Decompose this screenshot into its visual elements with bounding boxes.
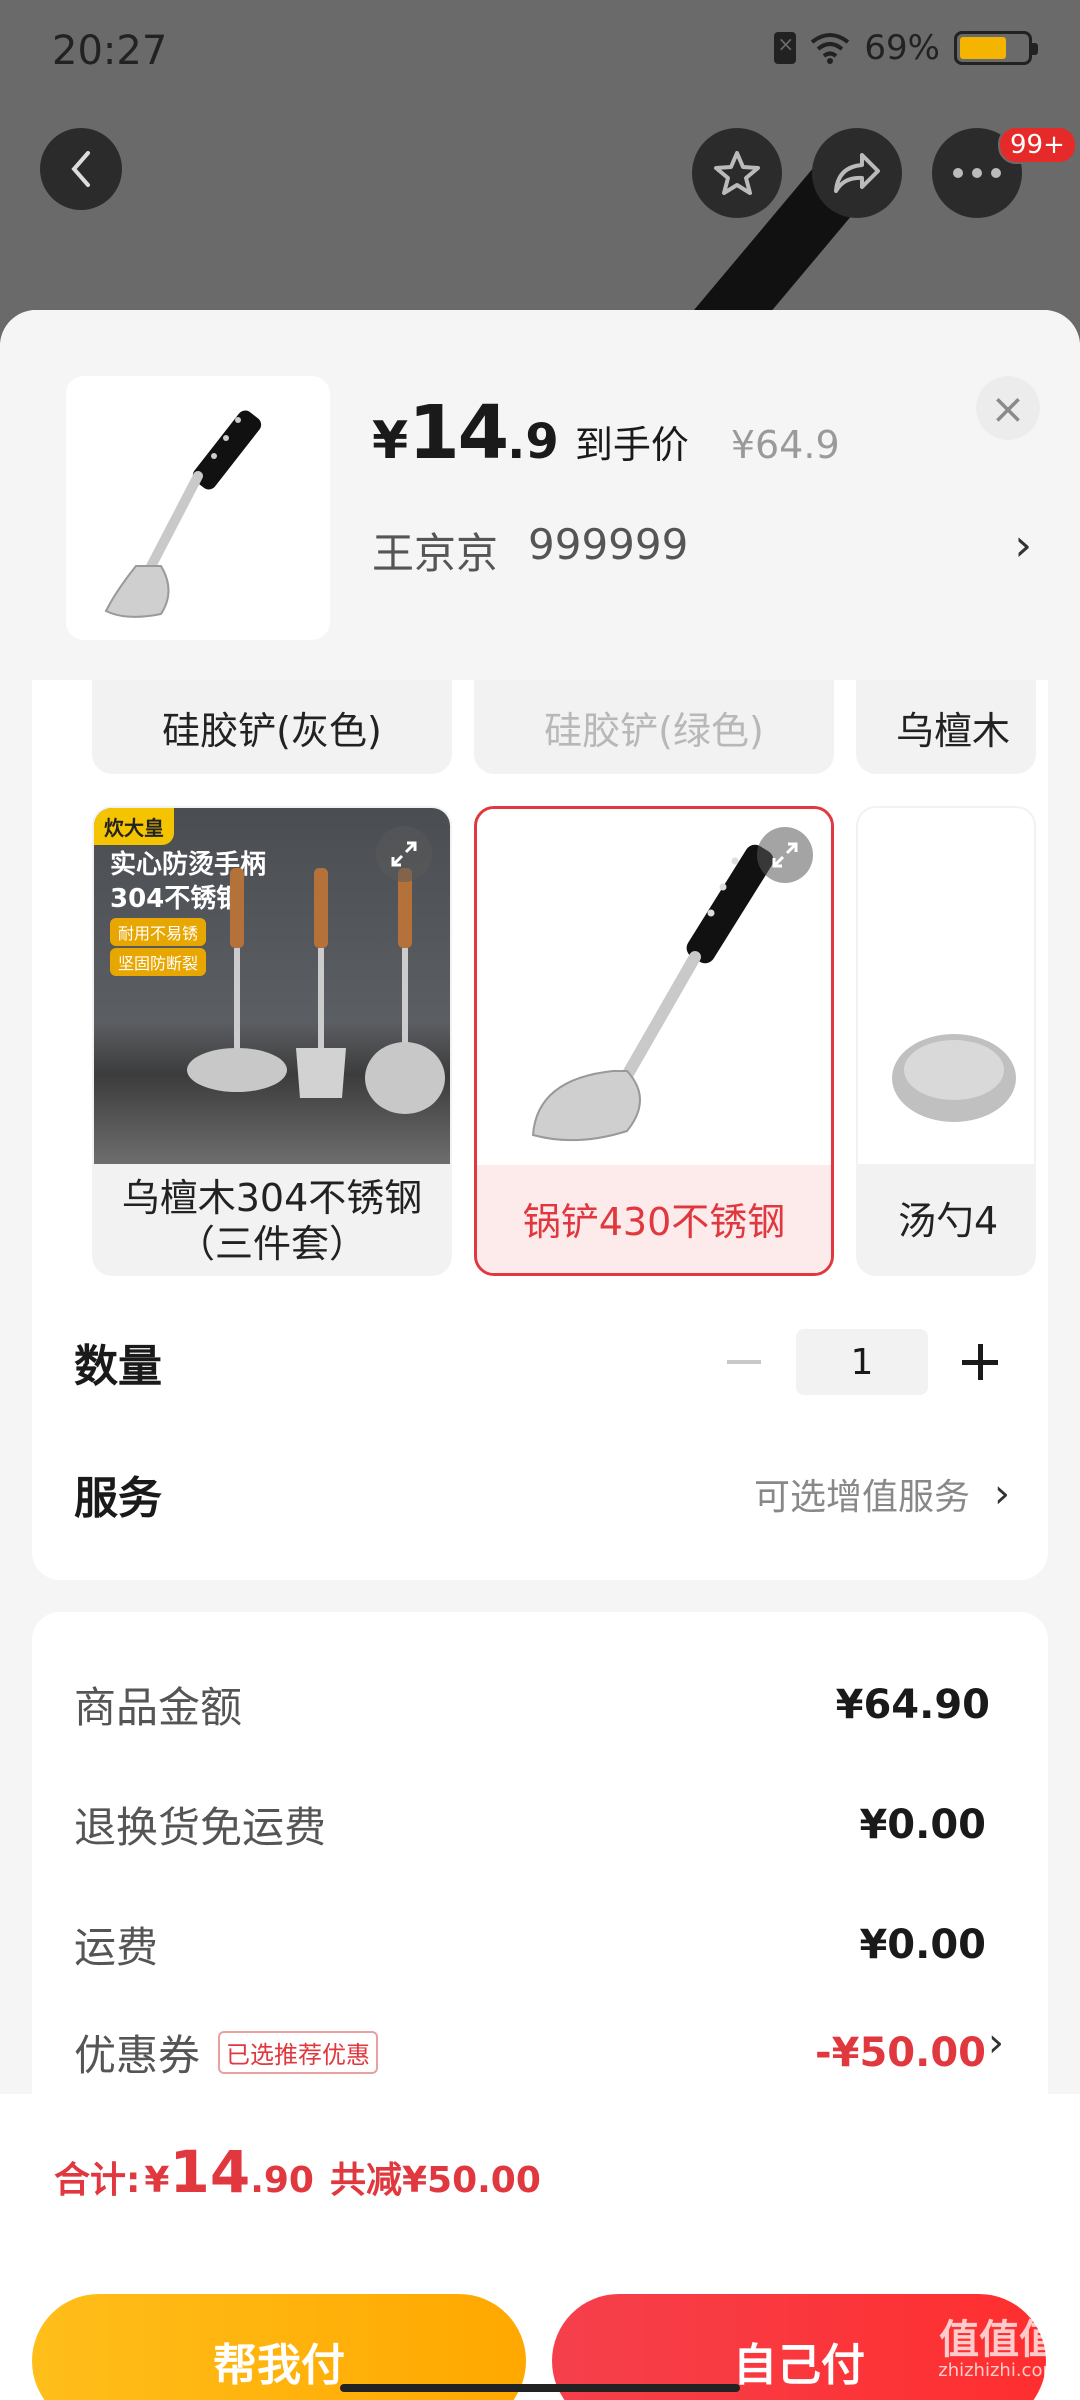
favorite-button[interactable] bbox=[692, 128, 782, 218]
more-dots-icon bbox=[953, 168, 1001, 178]
variant-image bbox=[858, 808, 1034, 1164]
service-value: 可选增值服务 › bbox=[754, 1468, 1010, 1520]
coupon-row[interactable]: 优惠券 已选推荐优惠 -¥50.00 bbox=[74, 2022, 986, 2083]
coupon-value: -¥50.00 bbox=[815, 2029, 986, 2076]
total-integer: 14 bbox=[169, 2138, 251, 2206]
expand-icon[interactable] bbox=[376, 826, 432, 882]
battery-icon bbox=[954, 31, 1038, 65]
service-row[interactable]: 服务 可选增值服务 › bbox=[74, 1454, 1010, 1534]
variant-label: 锅铲430不锈钢 bbox=[477, 1165, 831, 1273]
variant-card-three-piece[interactable]: 炊大皇 实心防烫手柄 304不锈钢 耐用不易锈 坚固防断裂 乌檀木304不锈钢（… bbox=[92, 806, 452, 1276]
options-card: 硅胶铲(灰色) 硅胶铲(绿色) 乌檀木 炊大皇 实心防烫手柄 304不锈钢 耐用不… bbox=[32, 680, 1048, 1580]
chevron-left-icon bbox=[71, 151, 90, 187]
option-chip-disabled: 硅胶铲(绿色) bbox=[474, 680, 834, 774]
summary-row: 退换货免运费 ¥0.00 bbox=[74, 1794, 986, 1855]
share-icon bbox=[834, 153, 880, 193]
total-discount: 共减¥50.00 bbox=[329, 2160, 541, 2201]
status-bar: 20:27 69% bbox=[0, 0, 1080, 100]
variant-label: 汤勺4 bbox=[898, 1199, 999, 1243]
final-price-label: 到手价 bbox=[574, 423, 689, 467]
summary-label: 退换货免运费 bbox=[74, 1803, 327, 1852]
option-chip[interactable]: 硅胶铲(灰色) bbox=[92, 680, 452, 774]
coupon-label-group: 优惠券 已选推荐优惠 bbox=[74, 2022, 379, 2083]
coupon-tag: 已选推荐优惠 bbox=[218, 2031, 379, 2074]
decrease-button[interactable] bbox=[714, 1332, 774, 1392]
total-line: 合计: ¥ 14 .90 共减¥50.00 bbox=[54, 2138, 541, 2206]
sim-icon bbox=[774, 32, 797, 64]
option-chip-partial[interactable]: 乌檀木 bbox=[856, 680, 1036, 774]
summary-value: ¥0.00 bbox=[859, 1801, 986, 1848]
product-thumbnail[interactable] bbox=[66, 376, 330, 640]
original-price: ¥64.9 bbox=[730, 423, 840, 467]
summary-row: 商品金额 ¥64.90 bbox=[74, 1674, 990, 1735]
total-decimal: .90 bbox=[250, 2160, 314, 2201]
summary-label: 运费 bbox=[74, 1923, 159, 1972]
chevron-right-icon[interactable]: › bbox=[988, 2020, 1004, 2066]
summary-value: ¥0.00 bbox=[859, 1921, 986, 1968]
status-icons: 69% bbox=[774, 28, 1038, 68]
price-currency: ¥ bbox=[372, 411, 409, 471]
price-integer: 14 bbox=[408, 390, 509, 476]
variant-card-ladle[interactable]: 汤勺4 bbox=[856, 806, 1036, 1276]
option-row-top: 硅胶铲(灰色) 硅胶铲(绿色) 乌檀木 bbox=[92, 680, 1036, 774]
sku-selector-sheet: ¥ 14 .9 到手价 ¥64.9 王京京 999999 › × 硅胶铲(灰色)… bbox=[0, 310, 1080, 2400]
price-summary-card: 商品金额 ¥64.90 退换货免运费 ¥0.00 运费 ¥0.00 优惠券 已选… bbox=[32, 1612, 1048, 2132]
share-button[interactable] bbox=[812, 128, 902, 218]
quantity-label: 数量 bbox=[74, 1341, 162, 1392]
summary-row: 运费 ¥0.00 bbox=[74, 1914, 986, 1975]
quantity-row: 数量 1 bbox=[74, 1322, 1010, 1402]
summary-value: ¥64.90 bbox=[835, 1681, 990, 1728]
chevron-right-icon[interactable]: › bbox=[1014, 520, 1032, 571]
option-row-cards: 炊大皇 实心防烫手柄 304不锈钢 耐用不易锈 坚固防断裂 乌檀木304不锈钢（… bbox=[92, 806, 1036, 1276]
service-label: 服务 bbox=[74, 1473, 162, 1524]
variant-image bbox=[477, 809, 831, 1165]
quantity-stepper: 1 bbox=[714, 1329, 1010, 1395]
star-icon bbox=[714, 151, 760, 195]
chevron-right-icon: › bbox=[994, 1471, 1010, 1517]
total-currency: ¥ bbox=[144, 2160, 170, 2201]
service-text: 可选增值服务 bbox=[753, 1477, 970, 1518]
price-line: ¥ 14 .9 到手价 ¥64.9 bbox=[372, 390, 840, 476]
close-button[interactable]: × bbox=[976, 376, 1040, 440]
variant-label: 乌檀木304不锈钢（三件套） bbox=[121, 1176, 423, 1266]
increase-button[interactable] bbox=[950, 1332, 1010, 1392]
minus-icon bbox=[727, 1360, 761, 1364]
wifi-icon bbox=[810, 32, 850, 64]
recipient-phone: 999999 bbox=[528, 520, 689, 569]
quantity-input[interactable]: 1 bbox=[796, 1329, 928, 1395]
checkout-footer: 合计: ¥ 14 .90 共减¥50.00 帮我付 自己付 bbox=[0, 2094, 1080, 2400]
price-decimal: .9 bbox=[507, 414, 559, 470]
home-indicator[interactable] bbox=[340, 2384, 740, 2392]
summary-label: 商品金额 bbox=[74, 1683, 243, 1732]
product-header: ¥ 14 .9 到手价 ¥64.9 王京京 999999 › × bbox=[0, 310, 1080, 680]
notification-badge: 99+ bbox=[998, 126, 1077, 164]
recipient-name: 王京京 bbox=[372, 529, 499, 578]
variant-image: 炊大皇 实心防烫手柄 304不锈钢 耐用不易锈 坚固防断裂 bbox=[94, 808, 450, 1164]
recipient-info[interactable]: 王京京 999999 bbox=[372, 520, 688, 581]
close-icon: × bbox=[990, 383, 1026, 433]
total-label: 合计: bbox=[54, 2160, 141, 2201]
battery-percent: 69% bbox=[864, 28, 940, 68]
watermark: 值值值 zhizhizhi.com bbox=[938, 2317, 1060, 2381]
back-button[interactable] bbox=[40, 128, 122, 210]
summary-label: 优惠券 bbox=[74, 2031, 201, 2080]
expand-icon[interactable] bbox=[757, 827, 813, 883]
status-time: 20:27 bbox=[52, 28, 168, 74]
variant-card-selected[interactable]: 锅铲430不锈钢 bbox=[474, 806, 834, 1276]
